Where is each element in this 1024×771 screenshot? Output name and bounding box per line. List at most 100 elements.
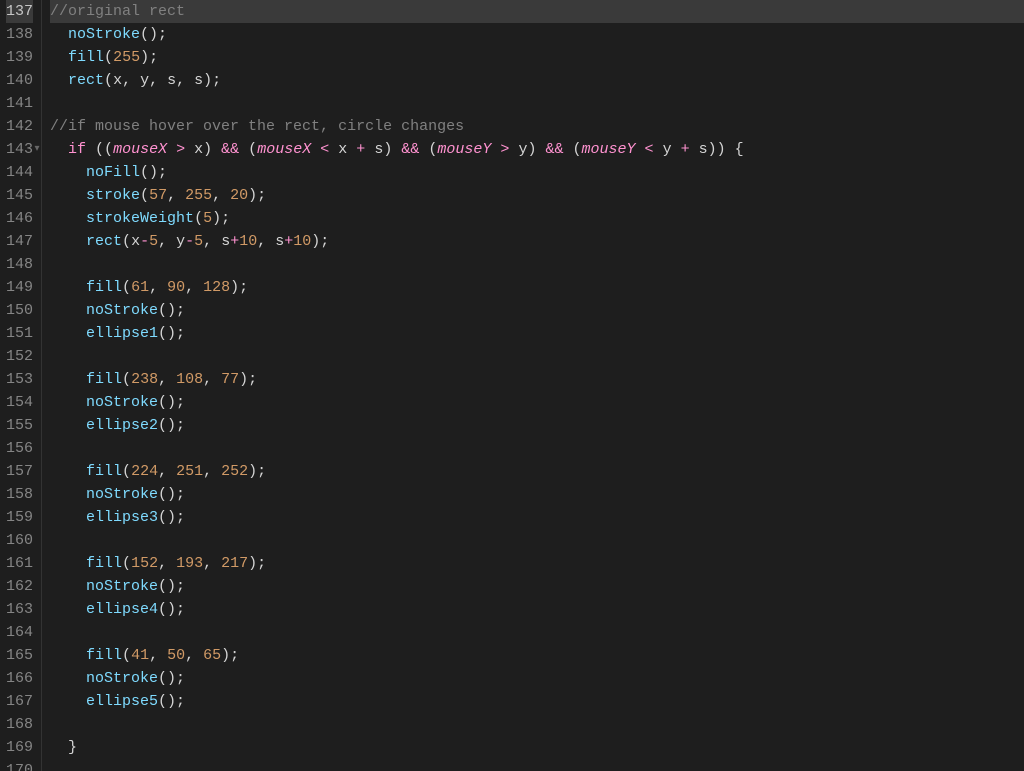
code-line[interactable]: [50, 759, 1024, 771]
code-line[interactable]: [50, 345, 1024, 368]
token-fn: noFill: [86, 164, 140, 181]
line-number[interactable]: 138: [6, 23, 33, 46]
code-line[interactable]: [50, 621, 1024, 644]
token-pn: [50, 164, 86, 181]
token-num: 41: [131, 647, 149, 664]
line-number[interactable]: 169: [6, 736, 33, 759]
code-line[interactable]: strokeWeight(5);: [50, 207, 1024, 230]
token-pn: ();: [158, 417, 185, 434]
code-line[interactable]: [50, 437, 1024, 460]
line-number[interactable]: 163: [6, 598, 33, 621]
line-number[interactable]: 155: [6, 414, 33, 437]
code-line[interactable]: noStroke();: [50, 23, 1024, 46]
token-op: <: [320, 141, 329, 158]
code-line[interactable]: if ((mouseX > x) && (mouseX < x + s) && …: [50, 138, 1024, 161]
code-line[interactable]: noStroke();: [50, 667, 1024, 690]
code-line[interactable]: noStroke();: [50, 575, 1024, 598]
code-line[interactable]: //original rect: [50, 0, 1024, 23]
code-line[interactable]: ellipse4();: [50, 598, 1024, 621]
token-op: <: [645, 141, 654, 158]
line-number[interactable]: 164: [6, 621, 33, 644]
line-number[interactable]: 165: [6, 644, 33, 667]
line-number[interactable]: 156: [6, 437, 33, 460]
code-line[interactable]: ellipse5();: [50, 690, 1024, 713]
line-number[interactable]: 149: [6, 276, 33, 299]
code-line[interactable]: noStroke();: [50, 391, 1024, 414]
line-number[interactable]: 144: [6, 161, 33, 184]
line-number[interactable]: 137: [6, 0, 33, 23]
line-number[interactable]: 162: [6, 575, 33, 598]
token-id: s: [221, 233, 230, 250]
token-pn: [347, 141, 356, 158]
code-line[interactable]: //if mouse hover over the rect, circle c…: [50, 115, 1024, 138]
code-line[interactable]: noStroke();: [50, 299, 1024, 322]
line-number[interactable]: 158: [6, 483, 33, 506]
code-line[interactable]: [50, 529, 1024, 552]
code-line[interactable]: [50, 253, 1024, 276]
line-number[interactable]: 160: [6, 529, 33, 552]
line-number[interactable]: 148: [6, 253, 33, 276]
code-line[interactable]: fill(61, 90, 128);: [50, 276, 1024, 299]
code-line[interactable]: fill(255);: [50, 46, 1024, 69]
code-line[interactable]: fill(41, 50, 65);: [50, 644, 1024, 667]
token-pn: );: [140, 49, 158, 66]
token-fn: noStroke: [86, 394, 158, 411]
token-num: 152: [131, 555, 158, 572]
code-line[interactable]: rect(x, y, s, s);: [50, 69, 1024, 92]
line-number[interactable]: 147: [6, 230, 33, 253]
token-pn: ();: [158, 486, 185, 503]
token-id: y: [176, 233, 185, 250]
code-line[interactable]: fill(224, 251, 252);: [50, 460, 1024, 483]
code-line[interactable]: ellipse3();: [50, 506, 1024, 529]
line-number-gutter[interactable]: 137138139140141142143▾144145146147148149…: [0, 0, 42, 771]
code-line[interactable]: [50, 92, 1024, 115]
token-num: 224: [131, 463, 158, 480]
token-num: 238: [131, 371, 158, 388]
code-line[interactable]: ellipse1();: [50, 322, 1024, 345]
line-number[interactable]: 143▾: [6, 138, 33, 161]
token-pn: [50, 26, 68, 43]
token-pn: ,: [203, 463, 221, 480]
token-pn: [50, 394, 86, 411]
line-number[interactable]: 145: [6, 184, 33, 207]
code-line[interactable]: noStroke();: [50, 483, 1024, 506]
line-number[interactable]: 140: [6, 69, 33, 92]
token-kw: if: [68, 141, 86, 158]
token-pn: [185, 141, 194, 158]
code-line[interactable]: }: [50, 736, 1024, 759]
line-number[interactable]: 159: [6, 506, 33, 529]
line-number[interactable]: 154: [6, 391, 33, 414]
code-editor[interactable]: 137138139140141142143▾144145146147148149…: [0, 0, 1024, 771]
line-number[interactable]: 166: [6, 667, 33, 690]
token-pn: [365, 141, 374, 158]
code-line[interactable]: noFill();: [50, 161, 1024, 184]
code-area[interactable]: //original rect noStroke(); fill(255); r…: [42, 0, 1024, 771]
code-line[interactable]: ellipse2();: [50, 414, 1024, 437]
line-number[interactable]: 139: [6, 46, 33, 69]
line-number[interactable]: 157: [6, 460, 33, 483]
line-number[interactable]: 167: [6, 690, 33, 713]
line-number[interactable]: 161: [6, 552, 33, 575]
code-line[interactable]: fill(238, 108, 77);: [50, 368, 1024, 391]
code-line[interactable]: stroke(57, 255, 20);: [50, 184, 1024, 207]
token-pn: ,: [149, 279, 167, 296]
line-number[interactable]: 153: [6, 368, 33, 391]
code-line[interactable]: [50, 713, 1024, 736]
token-pn: ): [527, 141, 545, 158]
line-number[interactable]: 168: [6, 713, 33, 736]
fold-toggle-icon[interactable]: ▾: [33, 138, 41, 161]
line-number[interactable]: 141: [6, 92, 33, 115]
line-number[interactable]: 170: [6, 759, 33, 771]
token-fn: noStroke: [68, 26, 140, 43]
token-pn: [672, 141, 681, 158]
token-op: +: [681, 141, 690, 158]
token-pn: ,: [149, 647, 167, 664]
line-number[interactable]: 152: [6, 345, 33, 368]
line-number[interactable]: 146: [6, 207, 33, 230]
token-num: 57: [149, 187, 167, 204]
line-number[interactable]: 151: [6, 322, 33, 345]
line-number[interactable]: 142: [6, 115, 33, 138]
code-line[interactable]: fill(152, 193, 217);: [50, 552, 1024, 575]
line-number[interactable]: 150: [6, 299, 33, 322]
code-line[interactable]: rect(x-5, y-5, s+10, s+10);: [50, 230, 1024, 253]
